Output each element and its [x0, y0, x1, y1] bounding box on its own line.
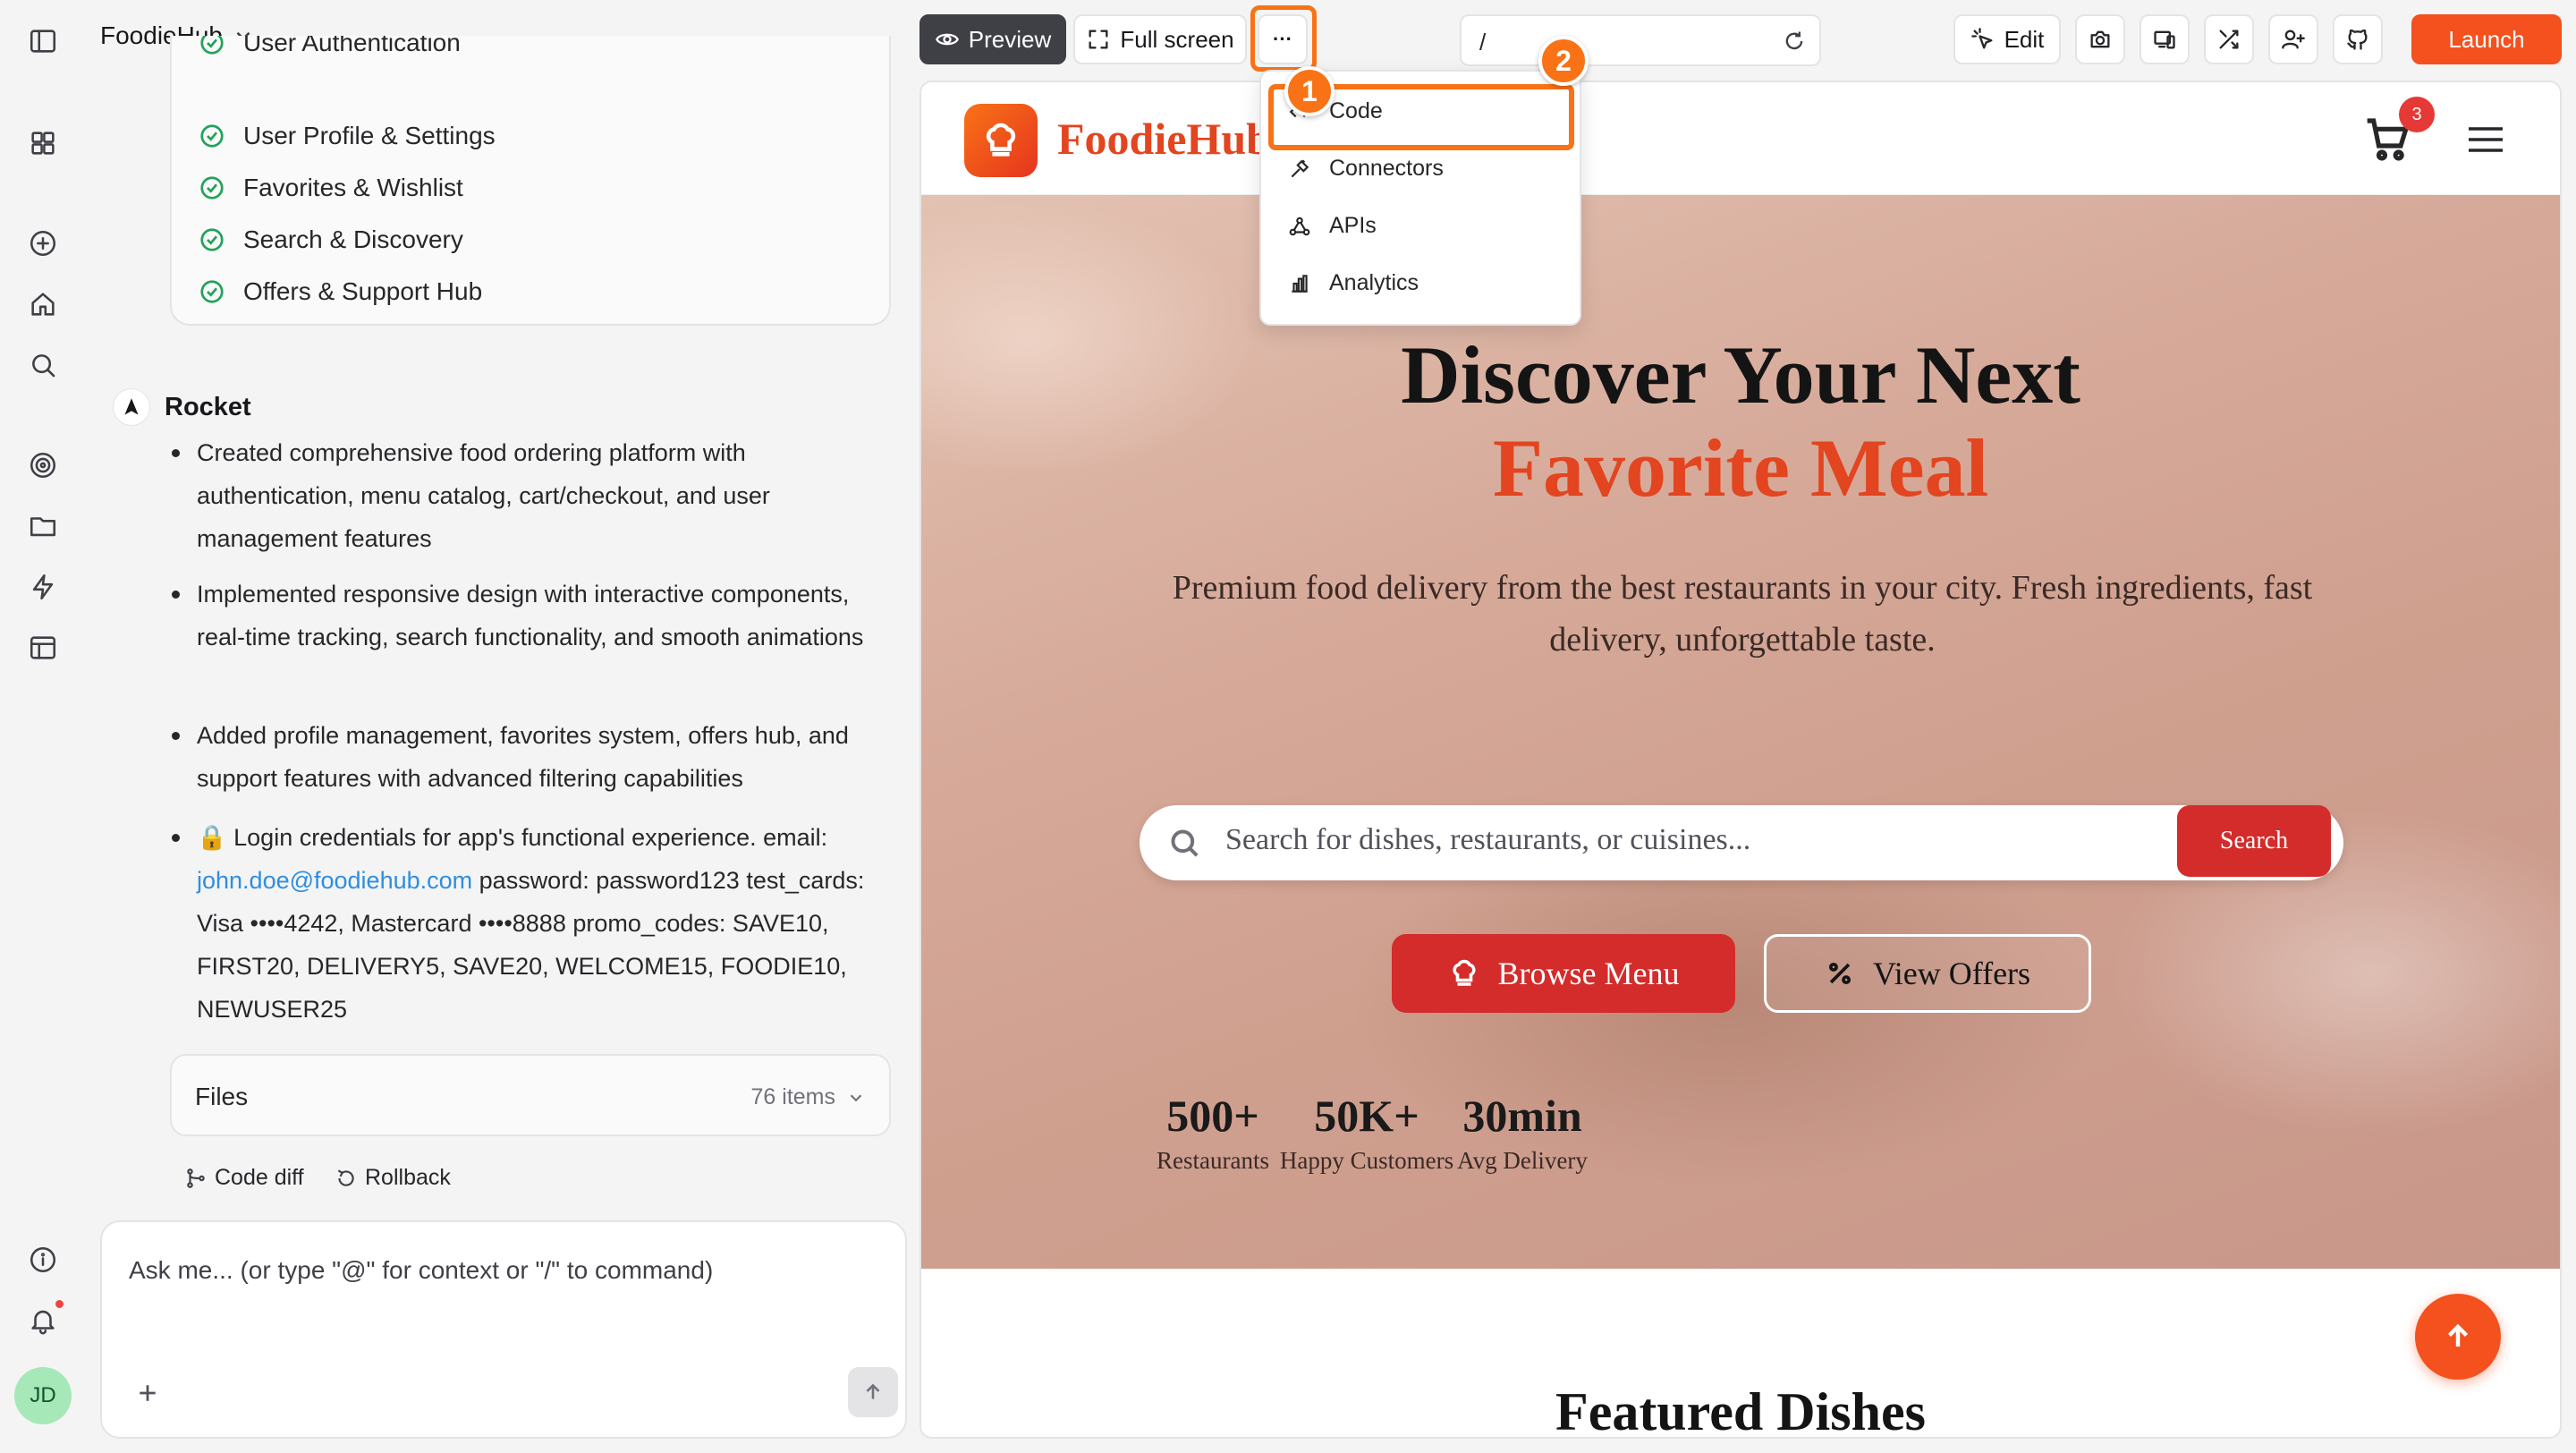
site-brand-name[interactable]: FoodieHub: [1057, 113, 1271, 165]
step-badge-2: 2: [1538, 36, 1589, 86]
cart-count-badge: 3: [2399, 97, 2435, 132]
check-circle-icon: [200, 36, 224, 55]
credentials-bullet: 🔒 Login credentials for app's functional…: [170, 816, 886, 1031]
check-circle-icon: [200, 176, 224, 200]
preview-frame: FoodieHub 3 Discover Your Next Favorite …: [919, 81, 2562, 1439]
composer-input[interactable]: Ask me... (or type "@" for context or "/…: [129, 1256, 713, 1285]
github-button[interactable]: [2333, 14, 2383, 64]
feature-item: Offers & Support Hub: [199, 277, 482, 306]
bar-chart-icon: [1292, 274, 1308, 293]
view-offers-button[interactable]: View Offers: [1764, 934, 2091, 1013]
refresh-icon[interactable]: [1782, 29, 1807, 54]
notification-dot: [55, 1300, 64, 1308]
message-bullet: Added profile management, favorites syst…: [170, 714, 886, 800]
arrow-up-icon: [866, 1383, 880, 1399]
expand-icon: [1089, 30, 1108, 49]
step-badge-1: 1: [1284, 66, 1335, 116]
chevron-down-icon: [850, 1093, 862, 1101]
target-icon[interactable]: [21, 444, 64, 487]
assistant-header: Rocket: [113, 388, 251, 426]
files-card[interactable]: Files 76 items: [170, 1054, 891, 1136]
devices-icon: [2154, 30, 2175, 49]
percent-icon: [1828, 962, 1851, 985]
github-icon: [2347, 29, 2368, 50]
avatar[interactable]: JD: [14, 1367, 72, 1424]
chef-hat-icon: [1452, 959, 1476, 986]
left-rail: JD: [0, 0, 86, 1453]
feature-item: User Profile & Settings: [199, 122, 496, 150]
lock-icon: 🔒: [197, 824, 227, 851]
lightning-icon[interactable]: [21, 565, 64, 608]
preview-button[interactable]: Preview: [919, 14, 1066, 64]
arrow-up-icon: [2447, 1323, 2469, 1347]
folder-icon[interactable]: [21, 505, 64, 548]
send-button[interactable]: [848, 1367, 898, 1417]
hero-subtitle: Premium food delivery from the best rest…: [1172, 569, 2313, 659]
apps-grid-icon[interactable]: [21, 122, 64, 165]
check-circle-icon: [200, 280, 224, 303]
stat-delivery: 30min Avg Delivery: [1457, 1091, 1588, 1174]
chat-composer[interactable]: Ask me... (or type "@" for context or "/…: [100, 1220, 907, 1439]
add-icon[interactable]: [134, 1380, 161, 1406]
layout-icon[interactable]: [21, 626, 64, 669]
feature-item: Favorites & Wishlist: [199, 174, 463, 202]
cursor-click-icon: [1970, 28, 1993, 49]
email-link[interactable]: john.doe@foodiehub.com: [197, 867, 472, 894]
info-icon[interactable]: [21, 1238, 64, 1281]
chef-hat-logo-icon[interactable]: [964, 104, 1038, 177]
rollback-icon: [337, 1168, 354, 1186]
user-plus-icon: [2282, 30, 2305, 49]
shuffle-icon: [2219, 30, 2239, 49]
scroll-to-top-button[interactable]: [2415, 1294, 2501, 1380]
search-icon[interactable]: [21, 344, 64, 387]
hero-title-accent: Favorite Meal: [1492, 422, 1989, 514]
code-diff-button[interactable]: Code diff: [184, 1165, 304, 1191]
menu-item-connectors[interactable]: Connectors: [1288, 156, 1444, 182]
feature-item: Search & Discovery: [199, 225, 463, 254]
browse-menu-button[interactable]: Browse Menu: [1392, 934, 1735, 1013]
launch-button[interactable]: Launch: [2411, 14, 2562, 64]
hero-search-button[interactable]: Search: [2177, 805, 2331, 877]
url-bar[interactable]: /: [1460, 14, 1821, 66]
menu-item-analytics[interactable]: Analytics: [1288, 270, 1419, 296]
search-icon: [1166, 825, 1202, 861]
files-count: 76 items: [751, 1084, 866, 1110]
featured-dishes-heading: Featured Dishes: [1555, 1382, 1926, 1439]
hero-title: Discover Your Next: [1401, 329, 2080, 421]
check-circle-icon: [200, 124, 224, 148]
edit-button[interactable]: Edit: [1953, 14, 2061, 64]
plug-icon: [1291, 158, 1309, 177]
eye-icon: [935, 33, 959, 46]
menu-item-apis[interactable]: APIs: [1288, 213, 1377, 239]
url-input[interactable]: /: [1479, 29, 1486, 56]
hamburger-menu-icon[interactable]: [2463, 122, 2508, 157]
site-header: FoodieHub 3: [921, 82, 2560, 195]
sidebar-toggle-icon[interactable]: [21, 20, 64, 63]
full-screen-button[interactable]: Full screen: [1073, 14, 1247, 64]
hero-search-input[interactable]: Search for dishes, restaurants, or cuisi…: [1225, 823, 1750, 857]
message-bullet: Created comprehensive food ordering plat…: [170, 431, 886, 560]
webhook-icon: [1289, 217, 1310, 235]
screenshot-button[interactable]: [2075, 14, 2125, 64]
rollback-button[interactable]: Rollback: [335, 1165, 451, 1191]
new-project-icon[interactable]: [21, 222, 64, 265]
device-toggle-button[interactable]: [2140, 14, 2190, 64]
assistant-name: Rocket: [165, 392, 251, 421]
invite-button[interactable]: [2268, 14, 2318, 64]
chat-panel: FoodieHub User Authentication User Profi…: [86, 0, 921, 1453]
feature-item: User Authentication: [199, 36, 461, 57]
camera-icon: [2090, 30, 2110, 48]
files-label: Files: [195, 1083, 249, 1110]
check-circle-icon: [200, 228, 224, 251]
rocket-logo-icon: [113, 388, 150, 426]
feature-list-card: User Authentication User Profile & Setti…: [170, 36, 891, 326]
shuffle-button[interactable]: [2204, 14, 2254, 64]
hero-section: Discover Your Next Favorite Meal Premium…: [921, 195, 2560, 1269]
branch-icon: [187, 1168, 205, 1188]
home-icon[interactable]: [21, 283, 64, 326]
message-bullet: Implemented responsive design with inter…: [170, 573, 886, 659]
hero-search-bar[interactable]: Search for dishes, restaurants, or cuisi…: [1140, 805, 2343, 880]
more-button-highlight: [1250, 5, 1317, 72]
